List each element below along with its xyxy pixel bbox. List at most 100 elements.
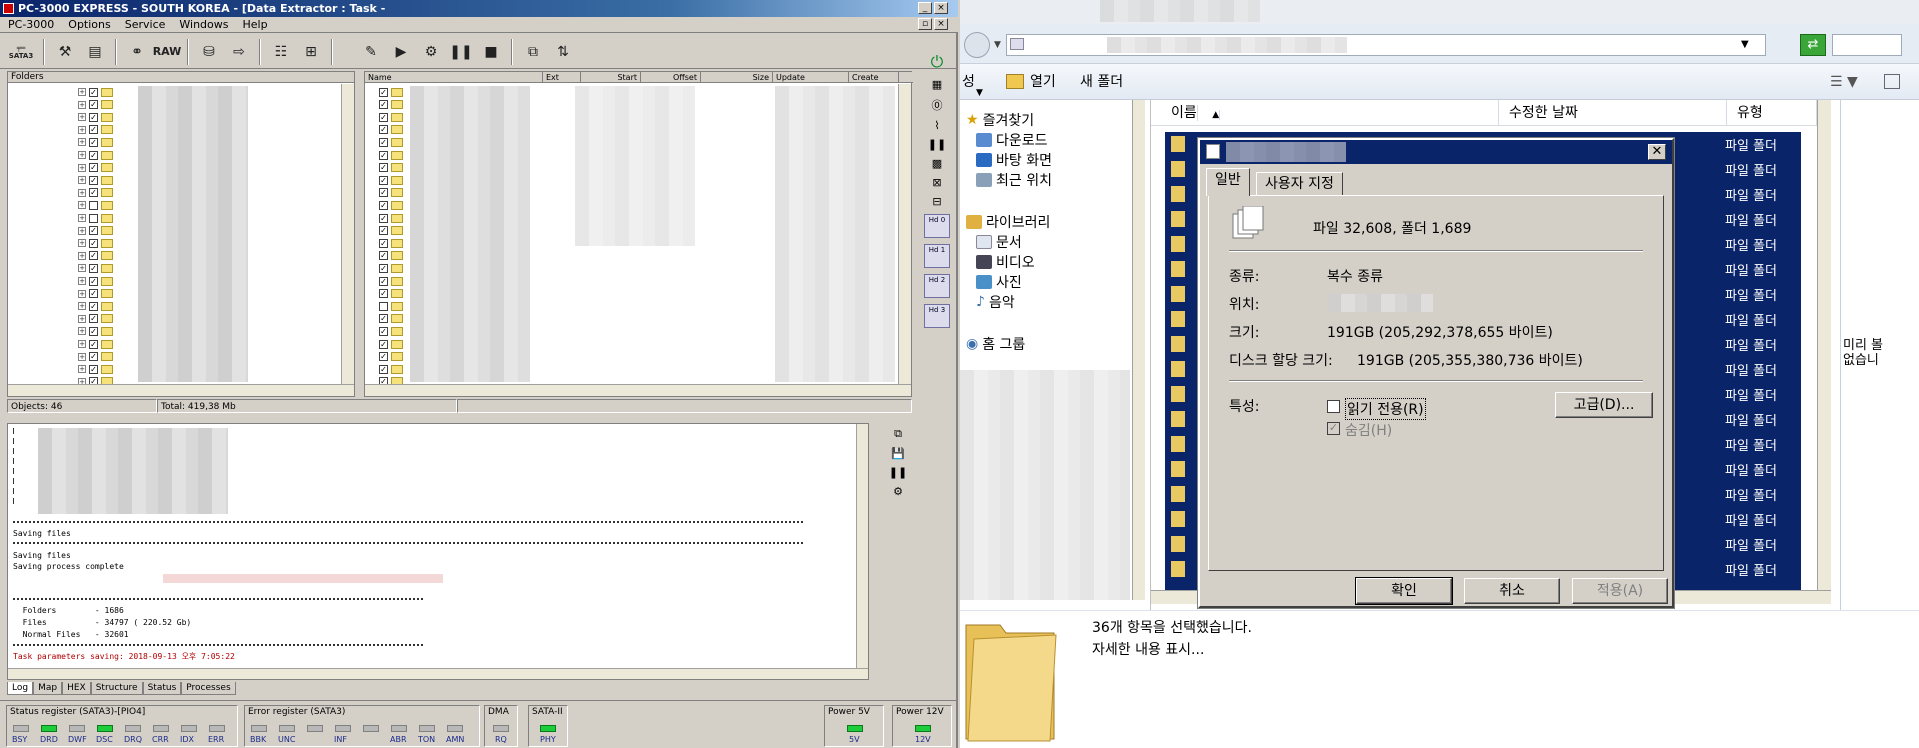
file-checkbox[interactable]: ✓ [379, 326, 388, 336]
file-row[interactable]: ✓ [379, 99, 403, 111]
file-row[interactable]: ✓ [379, 288, 403, 300]
nav-documents[interactable]: 문서 [976, 232, 1022, 252]
folder-tree-row[interactable]: + ✓ [78, 313, 113, 325]
file-row[interactable]: ✓ [379, 262, 403, 274]
folder-checkbox[interactable]: ✓ [89, 314, 98, 324]
power-icon[interactable]: ⏻ [931, 52, 944, 72]
expand-icon[interactable]: + [78, 340, 86, 348]
file-row[interactable]: ✓ [379, 149, 403, 161]
folder-checkbox[interactable] [89, 213, 98, 223]
expand-icon[interactable]: + [78, 277, 86, 285]
col-start[interactable]: Start [581, 72, 641, 82]
close-icon[interactable]: × [934, 2, 948, 14]
expand-icon[interactable]: + [78, 138, 86, 147]
cancel-button[interactable]: 취소 [1464, 578, 1560, 604]
nav-music[interactable]: ♪ 음악 [976, 292, 1015, 312]
menu-windows[interactable]: Windows [179, 17, 228, 32]
expand-icon[interactable]: + [78, 188, 86, 197]
col-name-header[interactable]: 이름 ▲ [1151, 100, 1499, 125]
file-checkbox[interactable]: ✓ [379, 188, 388, 198]
expand-icon[interactable]: + [78, 125, 86, 134]
show-details-link[interactable]: 자세한 내용 표시... [1092, 639, 1204, 659]
folder-checkbox[interactable]: ✓ [89, 226, 98, 236]
nav-videos[interactable]: 비디오 [976, 252, 1035, 272]
nav-recent[interactable]: 최근 위치 [976, 170, 1052, 190]
expand-icon[interactable]: + [78, 201, 86, 210]
file-checkbox[interactable]: ✓ [379, 289, 388, 299]
hd0-button[interactable]: Hd 0 [924, 214, 950, 238]
file-checkbox[interactable]: ✓ [379, 314, 388, 324]
folder-tree-row[interactable]: + ✓ [78, 250, 113, 262]
drive-icon[interactable]: ⛁ [196, 39, 222, 65]
folder-tree-row[interactable]: + ✓ [78, 325, 113, 337]
address-dropdown-icon[interactable]: ▼ [1741, 39, 1749, 50]
advanced-button[interactable]: 고급(D)... [1555, 392, 1653, 418]
tab-general[interactable]: 일반 [1206, 168, 1250, 196]
stop-icon[interactable]: ■ [478, 39, 504, 65]
file-row[interactable]: ✓ [379, 187, 403, 199]
tab-processes[interactable]: Processes [181, 682, 236, 695]
mdi-restore-icon[interactable]: ▫ [918, 18, 932, 30]
expand-icon[interactable]: + [78, 365, 86, 374]
folder-checkbox[interactable]: ✓ [89, 263, 98, 273]
file-checkbox[interactable]: ✓ [379, 163, 388, 173]
expand-icon[interactable]: + [78, 239, 86, 248]
folder-tree-row[interactable]: + ✓ [78, 149, 113, 161]
folder-tree-row[interactable]: + ✓ [78, 124, 113, 136]
folder-tree-row[interactable]: + ✓ [78, 136, 113, 148]
file-row[interactable]: ✓ [379, 199, 403, 211]
file-row[interactable]: ✓ [379, 174, 403, 186]
copy-log-icon[interactable]: ⧉ [894, 427, 902, 441]
folder-checkbox[interactable]: ✓ [89, 175, 98, 185]
folder-tree-row[interactable]: + ✓ [78, 262, 113, 274]
expand-icon[interactable]: + [78, 289, 86, 298]
col-name[interactable]: Name [365, 72, 543, 82]
back-icon[interactable] [964, 32, 990, 58]
nav-libraries[interactable]: 라이브러리 [966, 212, 1050, 232]
open-button[interactable]: 열기 [1030, 64, 1056, 100]
file-row[interactable]: ✓ [379, 86, 403, 98]
expand-icon[interactable]: + [78, 251, 86, 260]
tape-icon[interactable]: ⊞ [298, 39, 324, 65]
folder-checkbox[interactable]: ✓ [89, 150, 98, 160]
menu-service[interactable]: Service [125, 17, 166, 32]
col-type-header[interactable]: 유형 [1727, 100, 1817, 125]
folder-tree-row[interactable]: + ✓ [78, 99, 113, 111]
view-options-icon[interactable]: ☰ ▼ [1830, 64, 1858, 100]
readonly-checkbox[interactable] [1327, 400, 1340, 413]
nav-desktop[interactable]: 바탕 화면 [976, 150, 1052, 170]
copy-icon[interactable]: ⧉ [520, 39, 546, 65]
expand-icon[interactable]: + [78, 314, 86, 323]
file-checkbox[interactable]: ✓ [379, 213, 388, 223]
log-vertical-scrollbar[interactable] [856, 424, 868, 668]
folders-horizontal-scrollbar[interactable] [8, 384, 354, 396]
file-checkbox[interactable]: ✓ [379, 339, 388, 349]
expand-icon[interactable]: + [78, 176, 86, 185]
play-icon[interactable]: ▶ [388, 39, 414, 65]
sort-icon[interactable]: ⇅ [550, 39, 576, 65]
folder-tree-row[interactable]: + ✓ [78, 237, 113, 249]
tab-hex[interactable]: HEX [62, 682, 91, 695]
file-row[interactable]: ✓ [379, 225, 403, 237]
file-row[interactable]: ✓ [379, 338, 403, 350]
folder-checkbox[interactable]: ✓ [89, 87, 98, 97]
folder-checkbox[interactable]: ✓ [89, 112, 98, 122]
binoculars-icon[interactable]: ⚭ [124, 39, 150, 65]
menu-help[interactable]: Help [243, 17, 268, 32]
folder-checkbox[interactable]: ✓ [89, 188, 98, 198]
folder-checkbox[interactable]: ✓ [89, 326, 98, 336]
search-input[interactable] [1832, 34, 1902, 56]
expand-icon[interactable]: + [78, 100, 86, 109]
folder-checkbox[interactable]: ✓ [89, 163, 98, 173]
clear-icon[interactable]: ⊠ [932, 176, 941, 189]
file-row[interactable] [379, 300, 403, 312]
folder-checkbox[interactable]: ✓ [89, 364, 98, 374]
file-row[interactable]: ✓ [379, 313, 403, 325]
raw-button[interactable]: RAW [153, 39, 182, 65]
folder-checkbox[interactable]: ✓ [89, 339, 98, 349]
zero-icon[interactable]: ⓪ [932, 97, 943, 113]
connector-icon[interactable]: ⊟ [932, 195, 941, 208]
file-row[interactable]: ✓ [379, 325, 403, 337]
tab-log[interactable]: Log [7, 682, 34, 695]
folder-checkbox[interactable]: ✓ [89, 100, 98, 110]
